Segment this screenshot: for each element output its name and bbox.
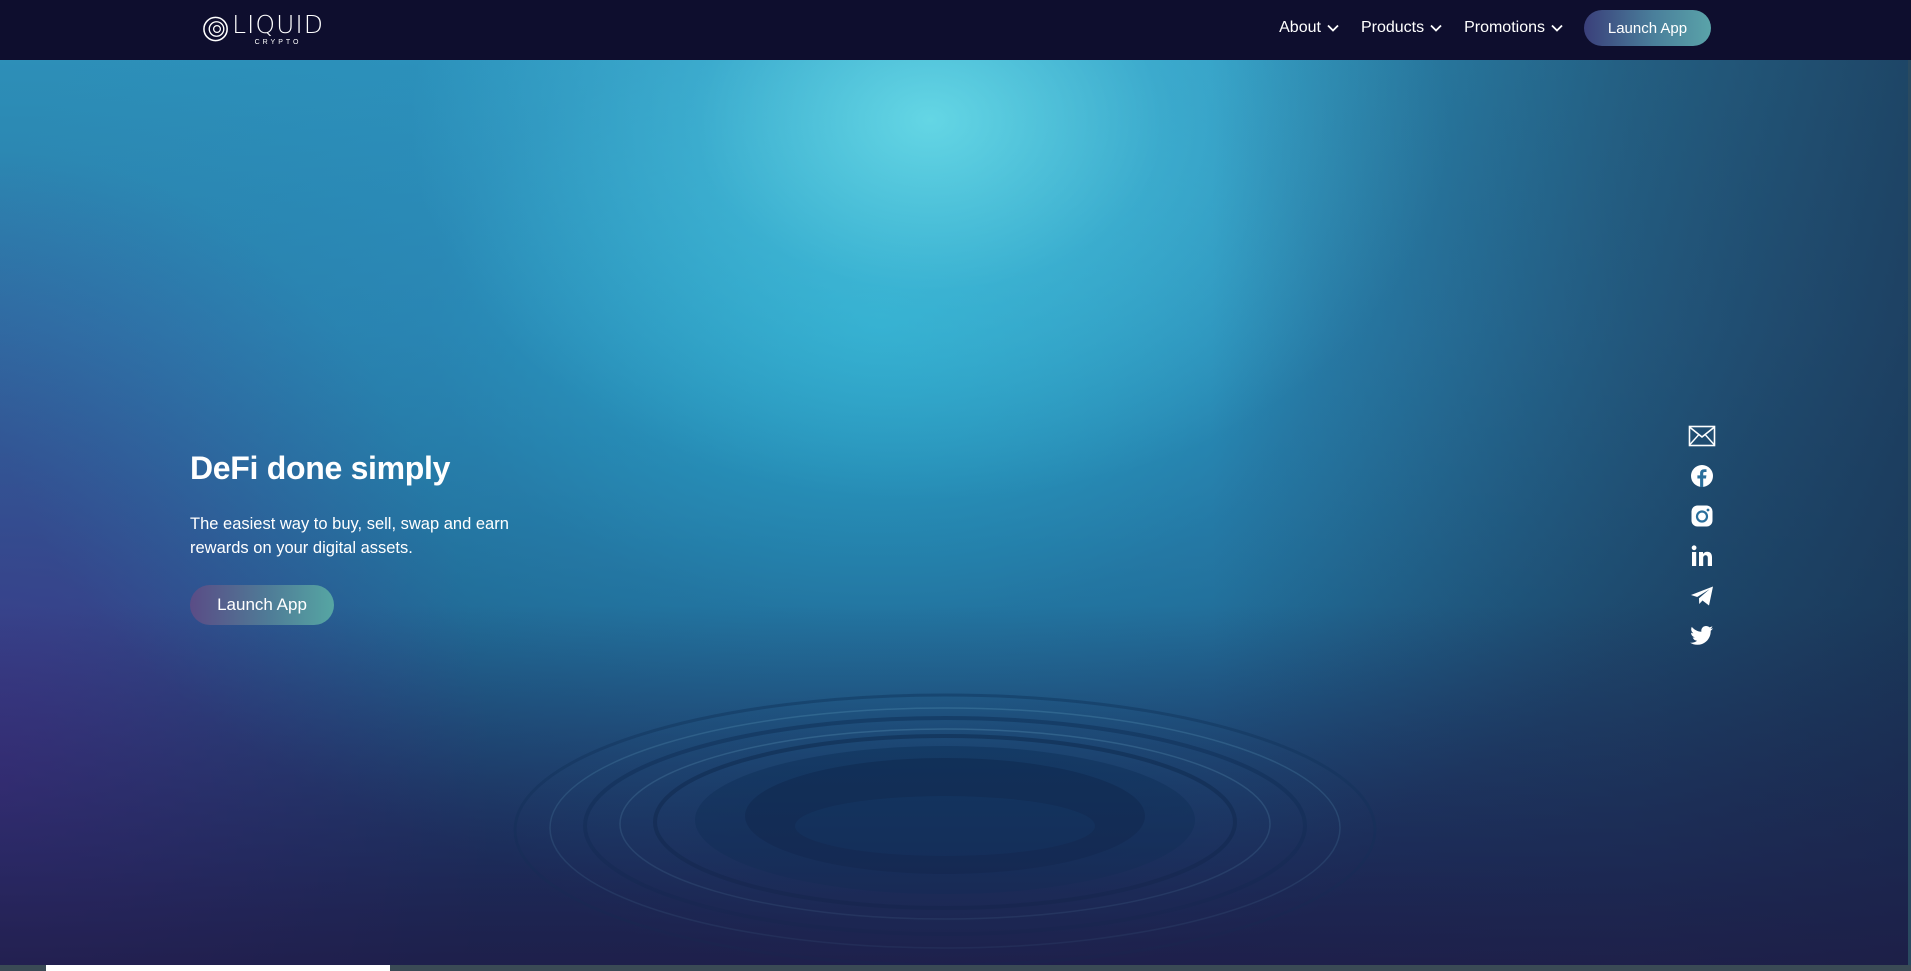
social-links — [1688, 424, 1716, 648]
logo-wordmark: LIQUID — [232, 10, 324, 39]
nav-promotions-label: Promotions — [1464, 19, 1545, 36]
scrollbar-thumb[interactable] — [46, 965, 390, 971]
main-nav: About Products Promotions — [1279, 0, 1563, 56]
nav-products-label: Products — [1360, 19, 1425, 36]
instagram-icon[interactable] — [1688, 504, 1716, 528]
nav-about-label: About — [1279, 19, 1321, 36]
liquid-crypto-logo[interactable]: LIQUID CRYPTO — [202, 12, 324, 46]
telegram-icon[interactable] — [1688, 584, 1716, 608]
hero-launch-app-button[interactable]: Launch App — [190, 585, 334, 625]
hero-subtitle: The easiest way to buy, sell, swap and e… — [190, 515, 509, 557]
twitter-icon[interactable] — [1688, 624, 1716, 648]
nav-about[interactable]: About — [1279, 19, 1339, 37]
chevron-down-icon — [1327, 24, 1339, 32]
chevron-down-icon — [1430, 24, 1442, 32]
nav-products[interactable]: Products — [1361, 19, 1442, 37]
nav-launch-app-button[interactable]: Launch App — [1584, 10, 1711, 46]
nav-promotions[interactable]: Promotions — [1464, 19, 1563, 37]
horizontal-scrollbar[interactable] — [0, 965, 1911, 971]
chevron-down-icon — [1551, 24, 1563, 32]
mail-icon[interactable] — [1688, 424, 1716, 448]
hero-section: DeFi done simply The easiest way to buy,… — [0, 60, 1911, 965]
logo-subtitle: CRYPTO — [254, 39, 302, 46]
logo-swirl-icon — [203, 16, 228, 42]
hero-bottom-shade — [0, 605, 1911, 965]
hero-title: DeFi done simply — [190, 450, 451, 486]
top-navbar: LIQUID CRYPTO About Products Promotions … — [0, 0, 1911, 60]
linkedin-icon[interactable] — [1688, 544, 1716, 568]
facebook-icon[interactable] — [1688, 464, 1716, 488]
